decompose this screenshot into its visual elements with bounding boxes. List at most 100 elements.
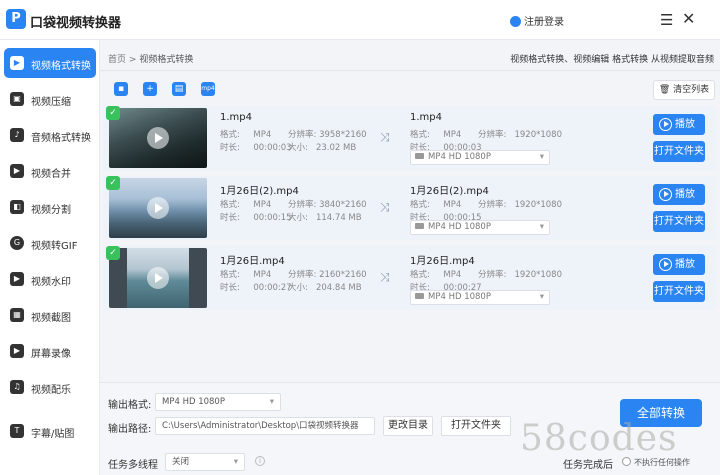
source-duration: 00:00:03 xyxy=(253,143,292,153)
format-label: 格式: xyxy=(220,270,240,280)
breadcrumb: 首页 > 视频格式转换 xyxy=(108,52,193,65)
multithread-value: 关闭 xyxy=(172,457,190,467)
app-title: 口袋视频转换器 xyxy=(30,16,122,31)
sidebar-item-video-merge[interactable]: ▶ 视频合并 xyxy=(4,156,96,186)
chevron-down-icon: ▾ xyxy=(539,222,544,232)
play-icon[interactable] xyxy=(147,127,169,149)
login-button[interactable]: 注册登录 xyxy=(510,13,564,28)
sidebar-item-label: 视频合并 xyxy=(31,169,71,180)
format-label: 格式: xyxy=(220,200,240,210)
source-format: MP4 xyxy=(253,270,272,280)
sidebar: ▶ 视频格式转换 ▣ 视频压缩 ♪ 音频格式转换 ▶ 视频合并 ◧ 视频分割 G… xyxy=(0,40,100,475)
output-format-label: 输出格式: xyxy=(108,400,152,411)
size-label: 大小: xyxy=(288,283,308,293)
info-icon[interactable]: i xyxy=(255,456,265,466)
output-resolution: 1920*1080 xyxy=(514,130,562,140)
video-thumbnail[interactable] xyxy=(109,108,207,168)
chevron-down-icon: ▾ xyxy=(539,152,544,162)
sidebar-item-label: 视频分割 xyxy=(31,205,71,216)
output-path-input[interactable]: C:\Users\Administrator\Desktop\口袋视频转换器 xyxy=(155,417,375,435)
output-preset-select[interactable]: MP4 HD 1080P ▾ xyxy=(410,220,550,235)
multithread-select[interactable]: 关闭 ▾ xyxy=(165,453,245,471)
sidebar-item-video-screenshot[interactable]: ▦ 视频截图 xyxy=(4,300,96,330)
sidebar-item-video-gif[interactable]: G 视频转GIF xyxy=(4,228,96,258)
play-button[interactable]: 播放 xyxy=(653,184,705,205)
video-thumbnail[interactable] xyxy=(109,178,207,238)
add-file-icon[interactable]: ▪ xyxy=(114,82,128,96)
output-preset-value: MP4 HD 1080P xyxy=(428,152,491,162)
output-resolution: 1920*1080 xyxy=(514,270,562,280)
subtitle-icon: T xyxy=(10,424,24,438)
sidebar-item-video-music[interactable]: ♫ 视频配乐 xyxy=(4,372,96,402)
output-preset-select[interactable]: MP4 HD 1080P ▾ xyxy=(410,150,550,165)
close-icon[interactable]: ✕ xyxy=(682,9,695,28)
sidebar-item-label: 视频压缩 xyxy=(31,97,71,108)
sidebar-item-video-compress[interactable]: ▣ 视频压缩 xyxy=(4,84,96,114)
output-preset-select[interactable]: MP4 HD 1080P ▾ xyxy=(410,290,550,305)
app-logo-icon: P xyxy=(6,9,26,29)
file-row: ✓ 1月26日.mp4 格式: MP4 分辨率: 2160*2160 时长: 0… xyxy=(104,246,716,310)
sidebar-item-subtitle[interactable]: T 字幕/贴图 xyxy=(4,416,96,446)
title-bar: P 口袋视频转换器 注册登录 ☰ ✕ xyxy=(0,0,720,40)
clear-list-label: 清空列表 xyxy=(673,85,710,95)
output-format-select[interactable]: MP4 HD 1080P ▾ xyxy=(155,393,281,411)
add-folder-icon[interactable]: + xyxy=(143,82,157,96)
size-label: 大小: xyxy=(288,143,308,153)
login-label: 注册登录 xyxy=(524,17,564,28)
format-label: 格式: xyxy=(410,130,430,140)
music-icon: ♫ xyxy=(10,380,24,394)
output-preset-value: MP4 HD 1080P xyxy=(428,292,491,302)
play-label: 播放 xyxy=(675,189,695,200)
chevron-down-icon: ▾ xyxy=(269,397,274,407)
sidebar-item-label: 音频格式转换 xyxy=(31,133,91,144)
sidebar-item-label: 字幕/贴图 xyxy=(31,429,75,440)
resolution-label: 分辨率: xyxy=(288,130,317,140)
convert-arrow-icon: ⤨ xyxy=(380,200,390,214)
divider xyxy=(100,70,720,71)
screen-record-icon: ▶ xyxy=(10,344,24,358)
checkbox-checked-icon[interactable]: ✓ xyxy=(106,246,120,260)
sidebar-item-screen-record[interactable]: ▶ 屏幕录像 xyxy=(4,336,96,366)
change-directory-button[interactable]: 更改目录 xyxy=(383,416,433,436)
clear-list-button[interactable]: 🗑 清空列表 xyxy=(653,80,715,100)
resolution-label: 分辨率: xyxy=(288,200,317,210)
breadcrumb-home[interactable]: 首页 xyxy=(108,55,126,65)
source-size: 114.74 MB xyxy=(315,213,362,223)
format-label: 格式: xyxy=(410,200,430,210)
watermark-icon: ▶ xyxy=(10,272,24,286)
source-size: 204.84 MB xyxy=(315,283,362,293)
play-button[interactable]: 播放 xyxy=(653,254,705,275)
watermark-text: 58codes xyxy=(520,418,678,459)
file-row: ✓ 1月26日(2).mp4 格式: MP4 分辨率: 3840*2160 时长… xyxy=(104,176,716,240)
resolution-label: 分辨率: xyxy=(478,200,507,210)
video-split-icon: ◧ xyxy=(10,200,24,214)
checkbox-checked-icon[interactable]: ✓ xyxy=(106,176,120,190)
source-format: MP4 xyxy=(253,130,272,140)
play-icon[interactable] xyxy=(147,267,169,289)
size-label: 大小: xyxy=(288,213,308,223)
video-thumbnail[interactable] xyxy=(109,248,207,308)
open-folder-button[interactable]: 打开文件夹 xyxy=(653,211,705,232)
play-button[interactable]: 播放 xyxy=(653,114,705,135)
menu-icon[interactable]: ☰ xyxy=(660,11,673,29)
output-format-value: MP4 HD 1080P xyxy=(162,397,225,407)
source-file-name: 1月26日(2).mp4 xyxy=(220,186,299,197)
camera-icon xyxy=(415,293,424,299)
sidebar-item-video-watermark[interactable]: ▶ 视频水印 xyxy=(4,264,96,294)
sidebar-item-label: 视频格式转换 xyxy=(31,61,91,72)
sidebar-item-video-split[interactable]: ◧ 视频分割 xyxy=(4,192,96,222)
duration-label: 时长: xyxy=(220,213,240,223)
open-output-folder-button[interactable]: 打开文件夹 xyxy=(441,416,511,436)
output-device-icon[interactable]: ▤ xyxy=(172,82,186,96)
open-folder-button[interactable]: 打开文件夹 xyxy=(653,141,705,162)
play-label: 播放 xyxy=(675,259,695,270)
play-label: 播放 xyxy=(675,119,695,130)
sidebar-item-label: 屏幕录像 xyxy=(31,349,71,360)
mp4-settings-icon[interactable]: mp4 xyxy=(201,82,215,96)
checkbox-checked-icon[interactable]: ✓ xyxy=(106,106,120,120)
sidebar-item-audio-convert[interactable]: ♪ 音频格式转换 xyxy=(4,120,96,150)
convert-arrow-icon: ⤨ xyxy=(380,270,390,284)
play-icon[interactable] xyxy=(147,197,169,219)
open-folder-button[interactable]: 打开文件夹 xyxy=(653,281,705,302)
sidebar-item-video-convert[interactable]: ▶ 视频格式转换 xyxy=(4,48,96,78)
